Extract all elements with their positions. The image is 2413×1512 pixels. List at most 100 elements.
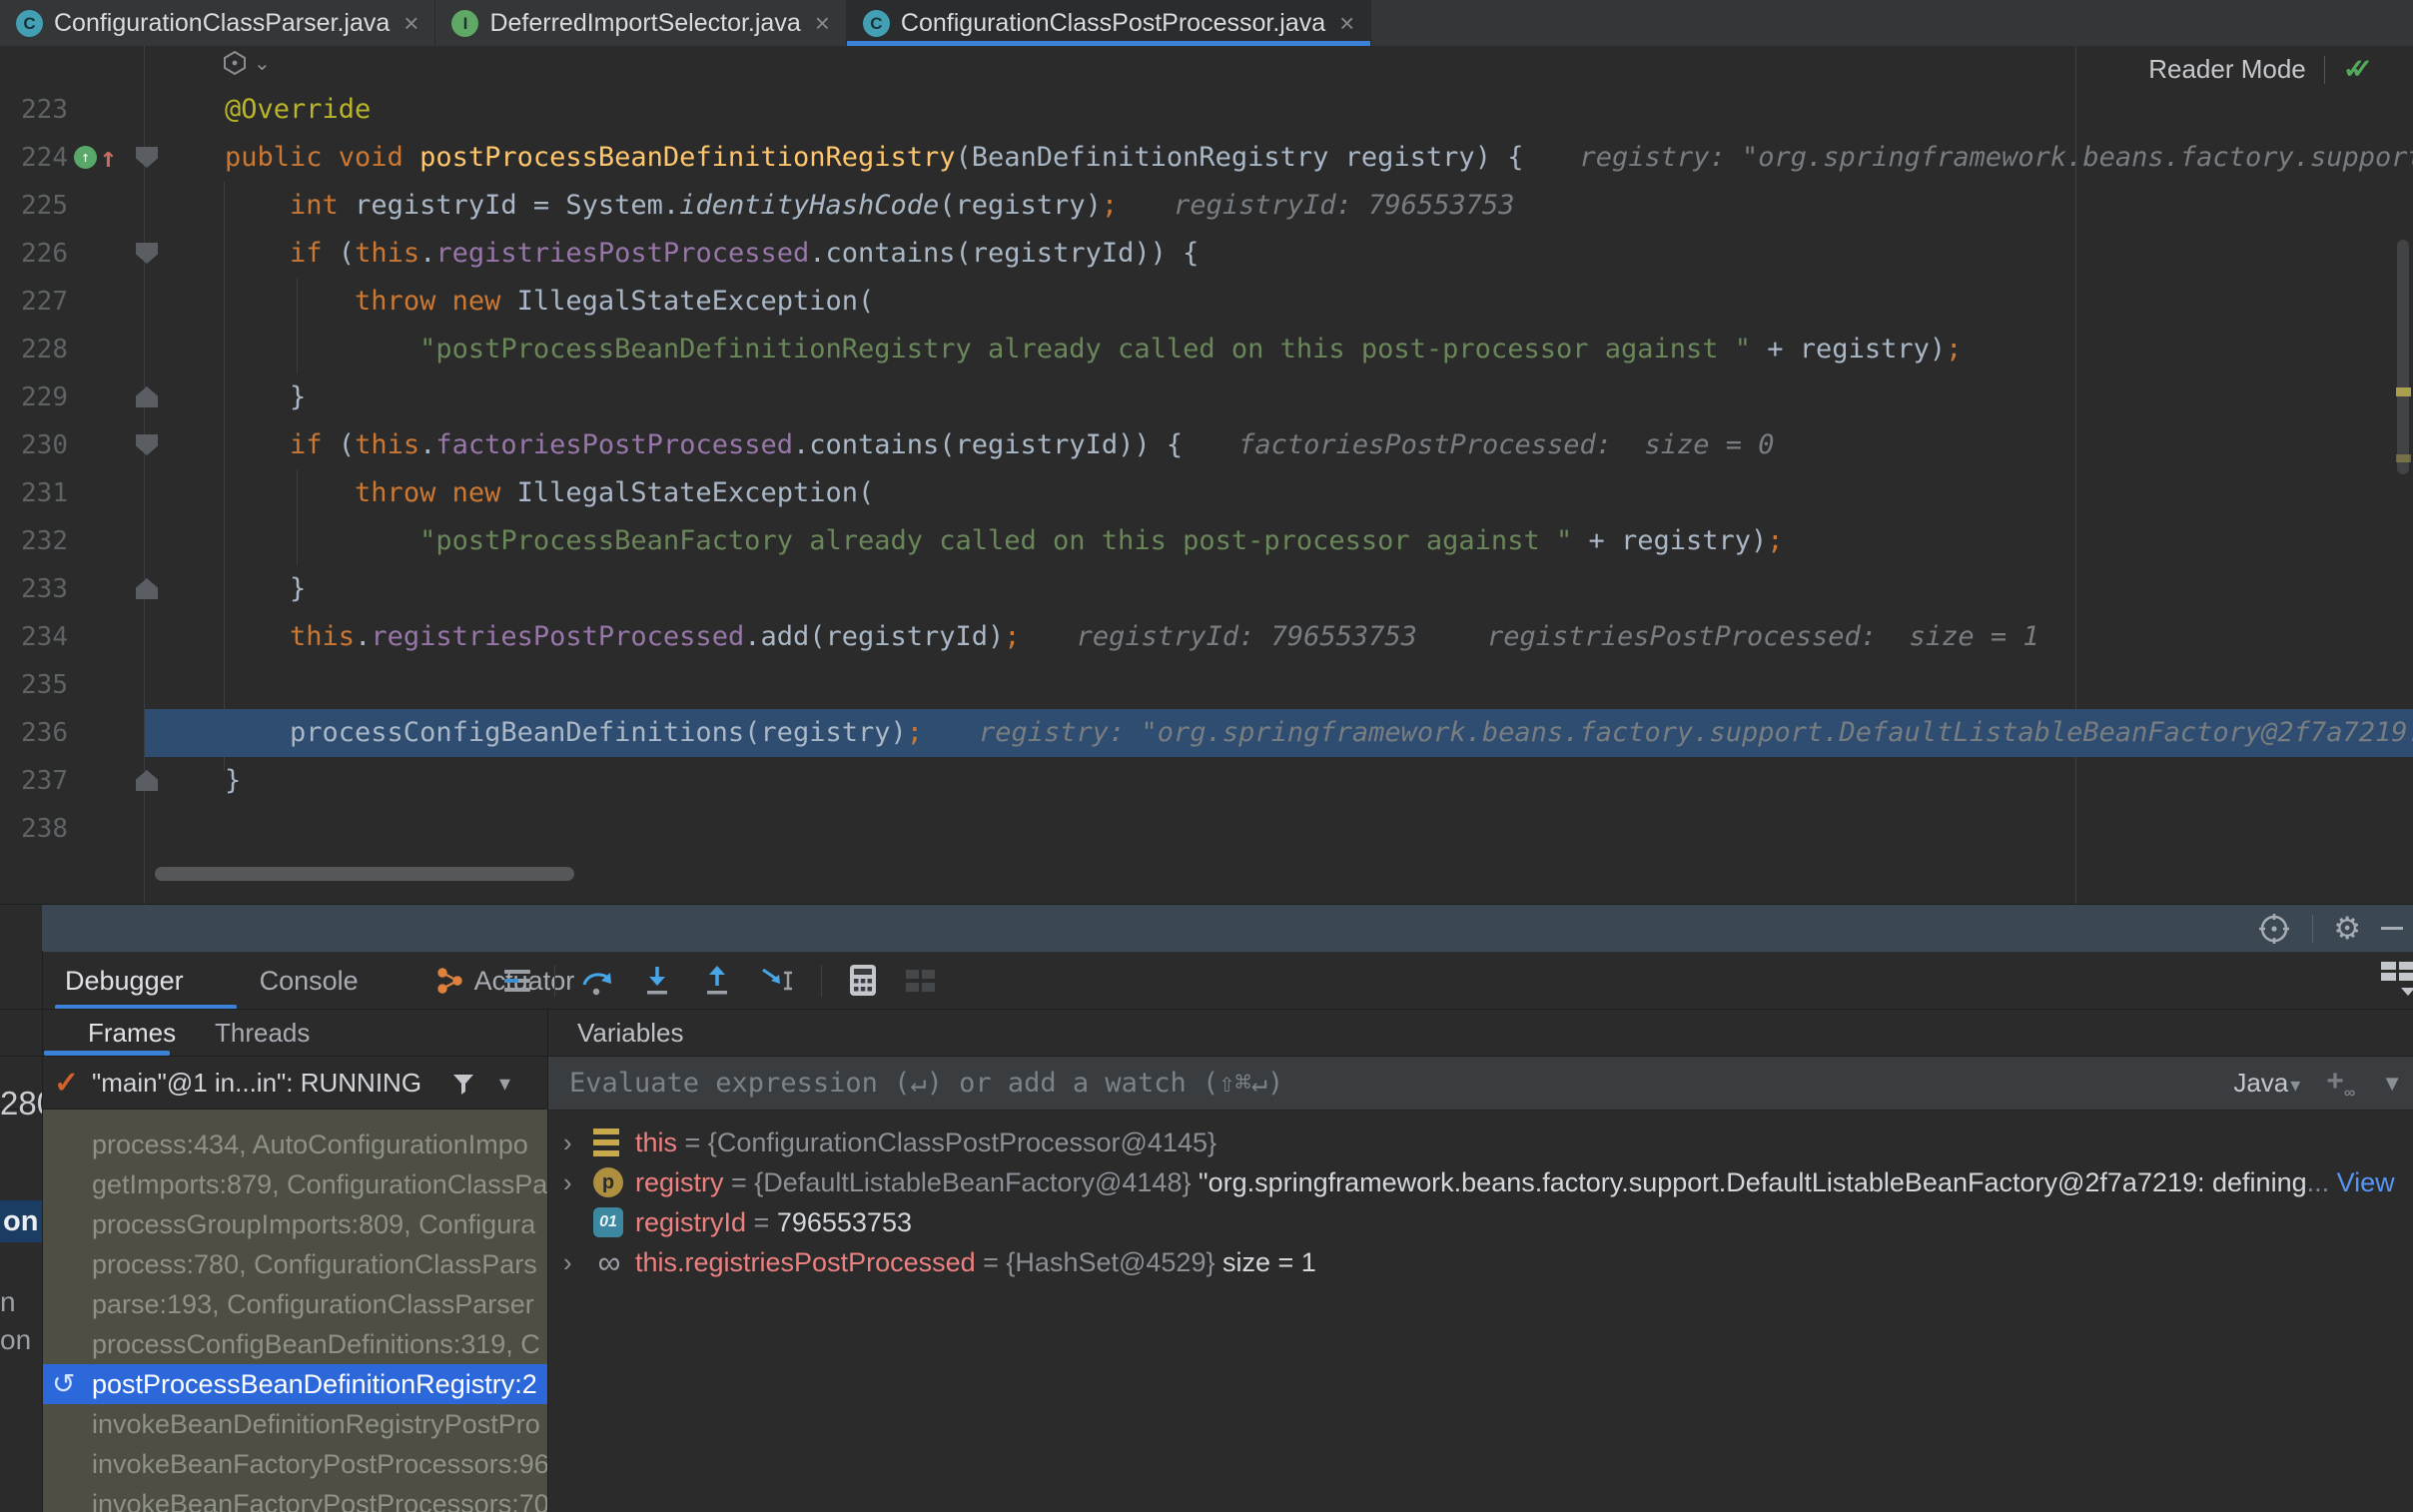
settings-gear-icon[interactable]: ⚙	[2333, 913, 2361, 944]
editor-tab-DeferredImportSelector.java[interactable]: IDeferredImportSelector.java×	[435, 0, 846, 46]
overrides-method-icon[interactable]: ↑	[74, 146, 97, 169]
line-number[interactable]: 235	[0, 661, 68, 709]
line-number[interactable]: 237	[0, 757, 68, 805]
code-line-226[interactable]: 226 if (this.registriesPostProcessed.con…	[0, 230, 2413, 278]
code-line-227[interactable]: 227 throw new IllegalStateException(	[0, 278, 2413, 326]
panel-splitter[interactable]	[547, 1010, 548, 1512]
stack-frame[interactable]: invokeBeanFactoryPostProcessors:96	[42, 1444, 547, 1484]
expand-chevron-icon[interactable]: ›	[563, 1123, 572, 1162]
code-line-228[interactable]: 228 "postProcessBeanDefinitionRegistry a…	[0, 326, 2413, 374]
code-line-223[interactable]: 223@Override	[0, 86, 2413, 134]
expand-chevron-icon[interactable]: ›	[563, 1162, 572, 1202]
thread-status-label: "main"@1 in...in": RUNNING	[92, 1057, 421, 1110]
close-icon[interactable]: ×	[403, 10, 418, 36]
code-line-230[interactable]: 230 if (this.factoriesPostProcessed.cont…	[0, 421, 2413, 469]
fold-marker[interactable]	[136, 147, 158, 168]
chevron-down-icon[interactable]: ▾	[499, 1057, 510, 1110]
layout-muted-icon[interactable]	[904, 966, 938, 996]
code-line-224[interactable]: 224↑↑public void postProcessBeanDefiniti…	[0, 134, 2413, 182]
debug-tab-console[interactable]: Console	[260, 952, 359, 1010]
line-number[interactable]: 232	[0, 517, 68, 565]
code-line-229[interactable]: 229 }	[0, 374, 2413, 421]
close-icon[interactable]: ×	[815, 10, 830, 36]
code-line-238[interactable]: 238	[0, 805, 2413, 853]
stack-frame[interactable]: processGroupImports:809, Configura	[42, 1204, 547, 1244]
stack-frame[interactable]: getImports:879, ConfigurationClassPa	[42, 1164, 547, 1204]
thread-selector[interactable]: ✓ "main"@1 in...in": RUNNING ▾	[42, 1057, 547, 1110]
evaluate-expression-icon[interactable]	[846, 963, 880, 999]
variable-row-this-registriesPostProcessed[interactable]: ›∞this.registriesPostProcessed = {HashSe…	[547, 1242, 2413, 1282]
layout-settings-icon[interactable]	[2381, 962, 2413, 1002]
line-number[interactable]: 234	[0, 613, 68, 661]
vertical-scrollbar[interactable]	[2397, 240, 2409, 474]
filter-funnel-icon[interactable]	[449, 1070, 477, 1098]
variable-row-registry[interactable]: ›pregistry = {DefaultListableBeanFactory…	[547, 1162, 2413, 1202]
tab-frames[interactable]: Frames	[88, 1010, 176, 1056]
code-line-234[interactable]: 234 this.registriesPostProcessed.add(reg…	[0, 613, 2413, 661]
stack-frame[interactable]: invokeBeanDefinitionRegistryPostPro	[42, 1404, 547, 1444]
view-options-icon[interactable]	[504, 970, 530, 992]
line-number[interactable]: 226	[0, 230, 68, 278]
code-line-235[interactable]: 235	[0, 661, 2413, 709]
line-number[interactable]: 229	[0, 374, 68, 421]
view-link[interactable]: View	[2337, 1167, 2395, 1197]
fold-marker[interactable]	[136, 578, 158, 599]
stack-frame[interactable]: processConfigBeanDefinitions:319, C	[42, 1324, 547, 1364]
line-number[interactable]: 233	[0, 565, 68, 613]
line-number[interactable]: 238	[0, 805, 68, 853]
show-execution-point-icon[interactable]	[2256, 911, 2292, 947]
stack-frame[interactable]: process:780, ConfigurationClassPars	[42, 1244, 547, 1284]
stack-frame[interactable]: parse:193, ConfigurationClassParser	[42, 1284, 547, 1324]
fold-marker[interactable]	[136, 243, 158, 264]
step-into-cursor-icon[interactable]	[759, 964, 797, 998]
frame-label: invokeBeanDefinitionRegistryPostPro	[92, 1404, 540, 1444]
variable-row-this[interactable]: ›this = {ConfigurationClassPostProcessor…	[547, 1123, 2413, 1162]
fold-marker[interactable]	[136, 770, 158, 791]
variable-value: = {DefaultListableBeanFactory@4148}	[724, 1167, 1199, 1197]
line-number[interactable]: 224	[0, 134, 68, 182]
debug-tab-debugger[interactable]: Debugger	[65, 952, 184, 1010]
evaluate-expression-bar[interactable]: Evaluate expression (↵) or add a watch (…	[548, 1057, 2413, 1111]
editor-tab-ConfigurationClassPostProcessor.java[interactable]: CConfigurationClassPostProcessor.java×	[847, 0, 1371, 46]
stack-frame[interactable]: process:434, AutoConfigurationImpo	[42, 1125, 547, 1164]
step-over-icon[interactable]	[579, 964, 615, 998]
line-number[interactable]: 225	[0, 182, 68, 230]
tab-threads[interactable]: Threads	[215, 1010, 310, 1056]
line-number[interactable]: 223	[0, 86, 68, 134]
step-out-icon[interactable]	[699, 964, 735, 998]
code-line-233[interactable]: 233 }	[0, 565, 2413, 613]
expand-chevron-icon[interactable]: ›	[563, 1242, 572, 1282]
line-number[interactable]: 227	[0, 278, 68, 326]
reader-mode-toggle[interactable]: Reader Mode	[2148, 54, 2306, 85]
close-icon[interactable]: ×	[1339, 10, 1354, 36]
variable-row-registryId[interactable]: 01registryId = 796553753	[547, 1202, 2413, 1242]
error-stripe-mark[interactable]	[2396, 387, 2411, 396]
code-line-231[interactable]: 231 throw new IllegalStateException(	[0, 469, 2413, 517]
cropped-highlighted-fragment: on	[0, 1200, 42, 1242]
hide-tool-window-icon[interactable]	[2381, 927, 2403, 930]
horizontal-scrollbar[interactable]	[155, 867, 574, 881]
inspections-ok-icon[interactable]: ✓✓	[2343, 54, 2373, 85]
evaluate-placeholder: Evaluate expression (↵) or add a watch (…	[569, 1057, 1283, 1110]
ai-assistant-widget[interactable]: ⌄	[222, 50, 271, 76]
line-number[interactable]: 231	[0, 469, 68, 517]
stack-frame[interactable]: invokeBeanFactoryPostProcessors:70	[42, 1484, 547, 1512]
stack-frame[interactable]: ↺postProcessBeanDefinitionRegistry:2	[42, 1364, 547, 1404]
code-line-237[interactable]: 237}	[0, 757, 2413, 805]
editor-tab-ConfigurationClassParser.java[interactable]: CConfigurationClassParser.java×	[0, 0, 435, 46]
code-line-225[interactable]: 225 int registryId = System.identityHash…	[0, 182, 2413, 230]
fold-marker[interactable]	[136, 434, 158, 455]
add-watch-icon[interactable]: +∞	[2326, 1065, 2355, 1103]
class-file-icon: C	[16, 10, 43, 37]
fold-marker[interactable]	[136, 386, 158, 407]
line-number[interactable]: 236	[0, 709, 68, 757]
step-into-icon[interactable]	[639, 964, 675, 998]
code-editor[interactable]: ⌄ Reader Mode ✓✓ 223@Override224↑↑public…	[0, 46, 2413, 904]
watches-dropdown-icon[interactable]: ▼	[2381, 1071, 2403, 1097]
code-line-236[interactable]: 236 processConfigBeanDefinitions(registr…	[0, 709, 2413, 757]
line-number[interactable]: 228	[0, 326, 68, 374]
language-selector[interactable]: Java	[2233, 1068, 2288, 1098]
line-number[interactable]: 230	[0, 421, 68, 469]
code-line-232[interactable]: 232 "postProcessBeanFactory already call…	[0, 517, 2413, 565]
error-stripe-mark[interactable]	[2396, 454, 2411, 462]
